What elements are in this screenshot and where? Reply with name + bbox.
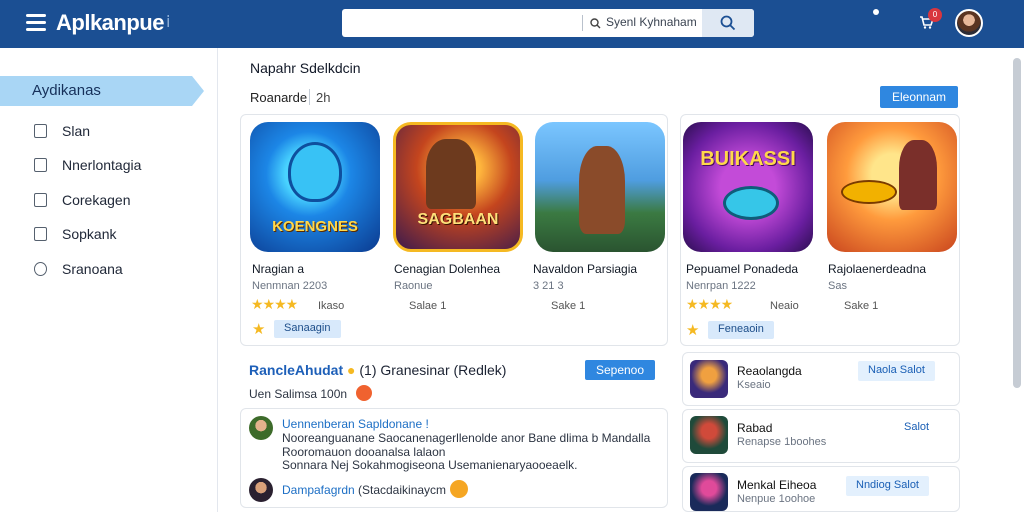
star-icon: ★ [686, 322, 700, 339]
star-icon: ★ [252, 321, 266, 338]
side-list-app-icon[interactable] [690, 473, 728, 511]
box-icon [34, 193, 47, 207]
app-name[interactable]: Cenagian Dolenhea [394, 262, 500, 276]
star-rating: ★★★★ [686, 296, 733, 312]
search-hint-icon [590, 18, 601, 29]
app-tile[interactable]: KOENGNES [250, 122, 380, 252]
search-divider [582, 15, 583, 31]
scrollbar[interactable] [1013, 58, 1021, 388]
top-action-button[interactable]: Eleonnam [880, 86, 958, 108]
section-subtitle: Roanarde [250, 90, 308, 105]
app-tile[interactable] [827, 122, 957, 252]
subtitle-divider [309, 89, 310, 105]
comment-author[interactable]: Dampafagrdn [282, 483, 355, 497]
sidebar-item-label: Slan [62, 123, 91, 139]
search-input[interactable]: Syenl Kyhnaham [606, 15, 697, 29]
side-list-title[interactable]: Rabad [737, 421, 772, 435]
featured-title-main: RancleAhudat [249, 362, 344, 378]
hoverboard-icon [841, 180, 897, 204]
section-count: 2h [316, 90, 331, 105]
sidebar-item-label: Aydikanas [32, 82, 101, 99]
notification-dot[interactable] [873, 9, 879, 15]
search-icon [720, 15, 736, 31]
search-bar[interactable]: Syenl Kyhnaham [342, 9, 754, 37]
sidebar-item-label: Corekagen [62, 192, 131, 208]
side-list-title[interactable]: Menkal Eiheoa [737, 478, 816, 492]
comment-text: (Stacdaikinaycm [358, 483, 447, 497]
emoji-icon [450, 480, 468, 498]
app-tile[interactable]: BUIKASSI [683, 122, 813, 252]
comment-avatar[interactable] [249, 416, 273, 440]
app-tile-label: BUIKASSI [700, 148, 796, 170]
star-rating: ★★★★ [251, 296, 298, 312]
coin-icon: ● [347, 362, 356, 378]
comment-author[interactable]: Uennenberan Sapldonane ! [282, 417, 429, 431]
app-meta: Sas [828, 280, 847, 292]
app-tile[interactable] [535, 122, 665, 252]
page-title: Napahr Sdelkdcin [250, 60, 361, 76]
rating-label: Sake 1 [551, 300, 586, 312]
featured-subtitle: Uen Salimsa 100n [249, 387, 348, 401]
app-meta: 3 21 3 [533, 280, 564, 292]
app-action-button[interactable]: Feneaoin [708, 321, 774, 339]
sidebar: Aydikanas Slan Nnerlontagia Corekagen So… [0, 48, 218, 512]
side-list-title[interactable]: Reaolangda [737, 364, 802, 378]
rating-label: Sake 1 [844, 300, 879, 312]
app-tile-label: SAGBAAN [417, 211, 499, 228]
app-name[interactable]: Nragian a [252, 262, 304, 276]
featured-title-rest: (1) Granesinar (Redlek) [359, 362, 507, 378]
side-list-button[interactable]: Naola Salot [858, 361, 935, 381]
comment-text: Nooreanguanane Saocanenagerllenolde anor… [282, 431, 651, 445]
app-meta: Nenmnan 2203 [252, 280, 328, 292]
rating-label: Neaio [770, 300, 799, 312]
monster-icon [288, 142, 342, 202]
user-avatar[interactable] [955, 9, 983, 37]
note-icon [34, 227, 47, 241]
hero-icon [579, 146, 625, 234]
hero-icon [899, 140, 937, 210]
side-list-app-icon[interactable] [690, 416, 728, 454]
side-list-app-icon[interactable] [690, 360, 728, 398]
side-list-button[interactable]: Nndiog Salot [846, 476, 929, 496]
top-bar: Aplkanpue ⅰ Syenl Kyhnaham 0 [0, 0, 1024, 48]
check-square-icon [34, 124, 47, 138]
cart-badge: 0 [928, 8, 942, 22]
app-name[interactable]: Rajolaenerdeadna [828, 262, 926, 276]
app-tile-label: KOENGNES [272, 218, 358, 235]
app-meta: Nenrpan 1222 [686, 280, 756, 292]
clock-icon [34, 262, 47, 276]
comment-text: Sonnara Nej Sokahmogiseona Usemanienarya… [282, 458, 578, 472]
rating-label: Salae 1 [409, 300, 447, 312]
app-name[interactable]: Navaldon Parsiagia [533, 262, 637, 276]
comment-text: Rooromauon dooanalsa lalaon [282, 445, 446, 459]
sidebar-item-label: Sranoana [62, 261, 123, 277]
comment-avatar[interactable] [249, 478, 273, 502]
logo-mark-icon: ⅰ [166, 14, 171, 31]
app-tile[interactable]: SAGBAAN [393, 122, 523, 252]
rating-label: Ikaso [318, 300, 345, 312]
app-action-button[interactable]: Sanaagin [274, 320, 341, 338]
featured-button[interactable]: Sepenoo [585, 360, 655, 380]
document-icon [34, 158, 47, 172]
side-list-meta: Kseaio [737, 379, 771, 391]
app-meta: Raonue [394, 280, 433, 292]
sidebar-item-label: Nnerlontagia [62, 157, 142, 173]
emoji-icon [356, 385, 372, 401]
sidebar-item-active[interactable]: Aydikanas [0, 76, 204, 106]
menu-icon[interactable] [26, 14, 46, 31]
side-list-button[interactable]: Salot [894, 418, 939, 438]
side-list-meta: Renapse 1boohes [737, 436, 827, 448]
ship-icon [723, 186, 779, 220]
search-button[interactable] [702, 9, 754, 37]
sidebar-item-label: Sopkank [62, 226, 117, 242]
app-logo[interactable]: Aplkanpue [56, 10, 164, 36]
side-list-meta: Nenpue 1oohoe [737, 493, 816, 505]
app-name[interactable]: Pepuamel Ponadeda [686, 262, 798, 276]
featured-title: RancleAhudat ● (1) Granesinar (Redlek) [249, 362, 506, 378]
warrior-icon [426, 139, 476, 209]
